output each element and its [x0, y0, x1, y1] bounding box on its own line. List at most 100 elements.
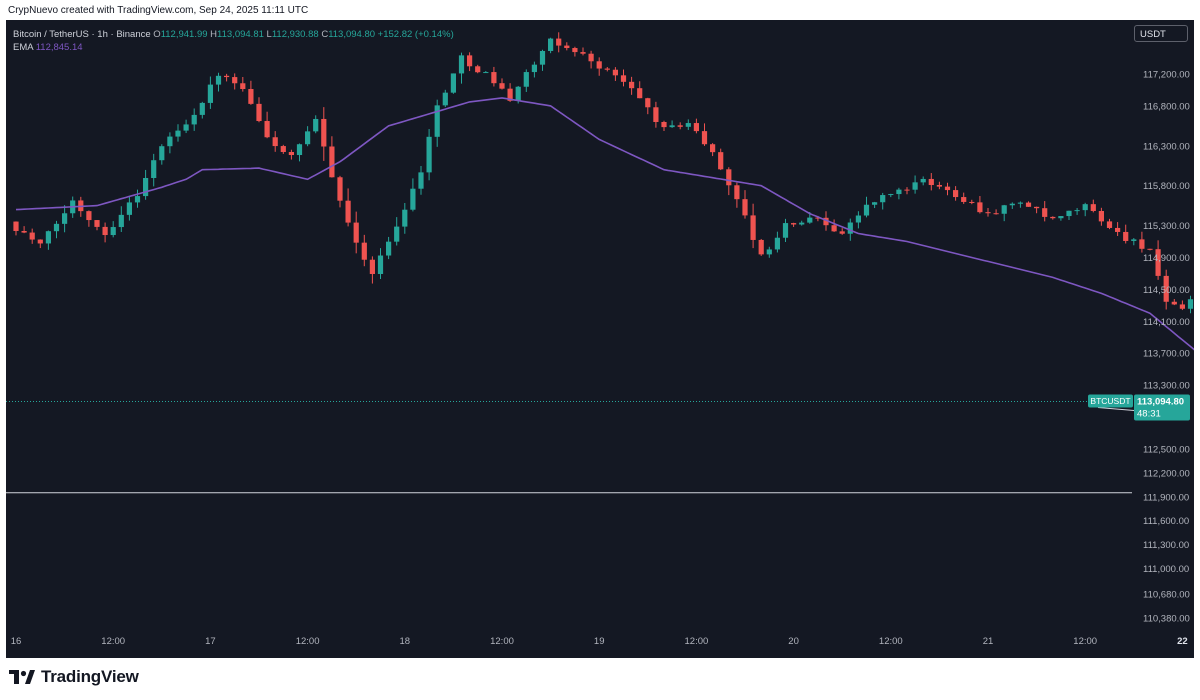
y-tick-label: 117,200.00	[1143, 70, 1190, 81]
candle-body	[637, 88, 643, 99]
candle-body	[612, 69, 618, 76]
candle-body	[1090, 204, 1096, 211]
ema-label: EMA	[13, 42, 34, 53]
candle-body	[572, 48, 578, 53]
candle-body	[305, 131, 311, 145]
y-tick-label: 111,900.00	[1143, 492, 1189, 503]
ema-value: 112,845.14	[35, 42, 83, 53]
ema-layer	[15, 97, 1200, 356]
x-tick-label: 12:00	[101, 636, 125, 647]
candle-body	[53, 223, 60, 232]
credit-text: CrypNuevo created with TradingView.com, …	[8, 5, 309, 16]
candle-body	[580, 52, 586, 54]
candle-body	[1058, 216, 1064, 219]
x-tick-label: 21	[983, 636, 994, 647]
candle-body	[215, 75, 222, 85]
open-label: O	[153, 29, 161, 40]
y-axis: 117,200.00 116,800.00 116,300.00 115,800.00…	[1143, 70, 1190, 625]
y-tick-label: 112,500.00	[1143, 444, 1190, 455]
candle-body	[904, 189, 910, 191]
tradingview-wordmark: TradingView	[41, 667, 139, 686]
chart-svg[interactable]: 117,200.00 116,800.00 116,300.00 115,800.00…	[6, 20, 1200, 658]
x-axis: 16 12:00 17 12:00 18 12:00 19 12:00 20 12:00 21 12:…	[11, 636, 1188, 647]
x-tick-label: 12:00	[490, 636, 514, 647]
candle-body	[1050, 216, 1056, 219]
candle-body	[29, 232, 35, 240]
ohlc-line: Bitcoin / TetherUS · 1h · Binance O112,9…	[13, 28, 454, 41]
candle-body	[985, 212, 991, 214]
candle-body	[377, 255, 384, 274]
candle-body	[807, 217, 813, 223]
tradingview-logo[interactable]: TradingView	[9, 667, 139, 687]
candle-body	[936, 185, 942, 187]
candle-body	[232, 77, 238, 84]
candle-body	[1042, 208, 1048, 217]
candle-body	[1147, 248, 1153, 250]
candle-body	[134, 196, 141, 203]
currency-button[interactable]: USDT	[1134, 25, 1188, 42]
candle-body	[1171, 301, 1177, 305]
candle-body	[693, 123, 699, 132]
candle-body	[604, 68, 610, 70]
y-tick-label: 116,800.00	[1143, 101, 1190, 112]
candle-body	[645, 98, 651, 108]
candle-body	[588, 53, 594, 62]
ema-line	[15, 97, 1200, 356]
x-tick-label: 16	[11, 636, 22, 647]
change-value: +152.82 (+0.14%)	[377, 29, 454, 40]
candle-body	[102, 226, 108, 236]
candle-body	[321, 118, 327, 147]
candle-body	[37, 239, 43, 244]
x-tick-label: 18	[400, 636, 411, 647]
candle-body	[896, 189, 902, 195]
candle-body	[944, 186, 951, 191]
candle-body	[977, 202, 983, 213]
close-value: 113,094.80	[328, 29, 376, 40]
candle-body	[742, 199, 748, 216]
y-tick-label: 113,300.00	[1143, 381, 1190, 392]
symbol-title[interactable]: Bitcoin / TetherUS · 1h · Binance	[13, 29, 151, 40]
candle-body	[758, 239, 764, 255]
candle-body	[167, 136, 173, 147]
candle-body	[86, 211, 92, 221]
candle-body	[620, 75, 627, 82]
candle-body	[669, 125, 675, 128]
x-tick-label: 12:00	[1073, 636, 1097, 647]
lines-layer	[6, 400, 1132, 494]
footer	[0, 658, 1200, 700]
candle-body	[475, 66, 481, 73]
price-tag-layer: BTCUSDT 113,094.8048:31	[1088, 394, 1190, 421]
candle-body	[45, 231, 51, 244]
candle-body	[1082, 204, 1088, 211]
ema-legend-line[interactable]: EMA 112,845.14	[13, 41, 454, 54]
candle-body	[118, 214, 124, 228]
candle-body	[766, 249, 772, 255]
candle-body	[418, 172, 424, 189]
chart-panel[interactable]: 117,200.00 116,800.00 116,300.00 115,800.00…	[6, 20, 1200, 658]
candle-body	[426, 136, 432, 173]
candle-body	[750, 215, 756, 240]
candle-body	[1139, 239, 1145, 249]
candle-body	[928, 178, 934, 186]
candle-body	[1001, 205, 1007, 214]
candle-body	[369, 259, 375, 274]
candle-body	[410, 188, 416, 210]
candle-body	[1179, 304, 1185, 309]
price-tag-countdown: 48:31	[1137, 408, 1161, 419]
candle-body	[710, 144, 716, 153]
candle-body	[126, 202, 132, 215]
candle-body	[1034, 206, 1040, 209]
candle-body	[1106, 221, 1113, 228]
candle-body	[548, 38, 554, 51]
ticker-tag-text: BTCUSDT	[1090, 396, 1130, 406]
candle-body	[248, 89, 254, 104]
candle-body	[159, 146, 165, 161]
y-tick-label: 111,300.00	[1143, 540, 1189, 551]
price-tag-value: 113,094.80	[1137, 396, 1184, 407]
y-tick-label: 111,600.00	[1143, 516, 1189, 527]
x-tick-label: 12:00	[296, 636, 320, 647]
candle-body	[912, 182, 918, 190]
candle-body	[718, 152, 724, 170]
candle-body	[386, 241, 392, 256]
y-tick-label: 115,300.00	[1143, 221, 1190, 232]
